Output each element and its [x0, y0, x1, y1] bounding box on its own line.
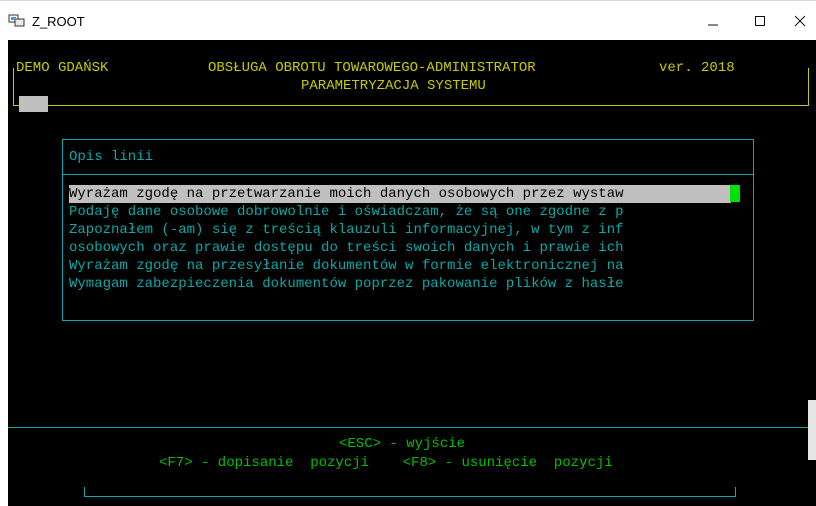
- minimize-icon: [708, 24, 718, 26]
- dialog-divider: [62, 174, 754, 175]
- version-label: ver. 2018: [658, 60, 736, 76]
- app-title: OBSŁUGA OBROTU TOWAROWEGO-ADMINISTRATOR: [207, 60, 537, 76]
- screen-subtitle: PARAMETRYZACJA SYSTEMU: [301, 78, 486, 94]
- list-item[interactable]: Wymagam zabezpieczenia dokumentów poprze…: [69, 275, 624, 293]
- esc-hint: <ESC> - wyjście: [339, 436, 466, 452]
- list-item-selected[interactable]: Wyrażam zgodę na przetwarzanie moich dan…: [69, 185, 731, 203]
- footer-divider: [8, 427, 816, 428]
- vertical-scrollbar[interactable]: [808, 400, 816, 460]
- text-cursor: [730, 185, 740, 202]
- dialog-label: Opis linii: [69, 149, 154, 165]
- title-bar: Z_ROOT: [0, 0, 816, 40]
- list-item[interactable]: Wyrażam zgodę na przesyłanie dokumentów …: [69, 257, 624, 275]
- close-icon: [794, 15, 806, 27]
- terminal-app-icon: [8, 14, 25, 27]
- list-item[interactable]: Zapoznałem (-am) się z treścią klauzuli …: [69, 221, 624, 239]
- console-screen[interactable]: DEMO GDAŃSK OBSŁUGA OBROTU TOWAROWEGO-AD…: [8, 40, 816, 506]
- close-button[interactable]: [784, 1, 816, 41]
- maximize-button[interactable]: [737, 1, 783, 41]
- input-cursor-block: [19, 96, 48, 112]
- company-name: DEMO GDAŃSK: [15, 60, 110, 76]
- footer-frame: [84, 487, 736, 497]
- maximize-icon: [755, 16, 765, 26]
- function-key-hints: <F7> - dopisanie pozycji <F8> - usunięci…: [159, 455, 613, 471]
- window-title: Z_ROOT: [32, 14, 85, 29]
- list-item[interactable]: Podaję dane osobowe dobrowolnie i oświad…: [69, 203, 624, 221]
- list-item[interactable]: osobowych oraz prawie dostępu do treści …: [69, 239, 624, 257]
- minimize-button[interactable]: [690, 1, 736, 41]
